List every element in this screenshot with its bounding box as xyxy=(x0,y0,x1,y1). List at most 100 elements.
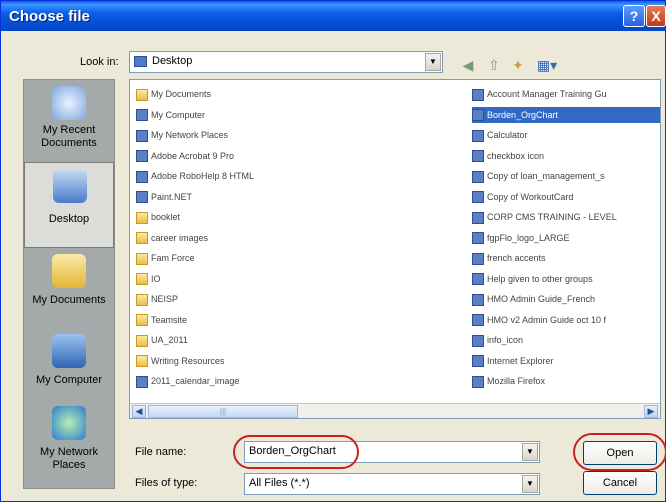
chevron-down-icon[interactable]: ▼ xyxy=(522,443,538,461)
list-item-label: My Computer xyxy=(151,109,206,120)
close-button[interactable]: X xyxy=(646,5,666,27)
list-item-label: NEISP xyxy=(151,294,179,304)
up-folder-icon[interactable]: ⇧ xyxy=(485,56,503,74)
list-item-label: Calculator xyxy=(487,130,528,140)
list-item-label: Teamsite xyxy=(151,314,188,325)
list-item[interactable]: HMO Admin Guide_French xyxy=(472,291,660,307)
document-icon xyxy=(472,355,484,368)
list-item[interactable]: Calculator xyxy=(472,127,660,143)
desktop-icon xyxy=(134,56,147,67)
window-title: Choose file xyxy=(9,8,90,25)
my-documents-icon xyxy=(52,254,86,288)
filename-input[interactable]: Borden_OrgChart ▼ xyxy=(244,441,540,463)
list-item[interactable]: Writing Resources xyxy=(136,353,316,369)
list-item[interactable]: Mozilla Firefox xyxy=(472,373,660,389)
recent-documents-icon xyxy=(52,86,86,120)
folder-icon xyxy=(136,293,148,306)
list-item[interactable]: Copy of loan_management_s xyxy=(472,168,660,184)
help-button[interactable]: ? xyxy=(623,5,645,27)
list-item[interactable]: CORP CMS TRAINING - LEVEL xyxy=(472,209,660,225)
network-icon xyxy=(136,129,148,142)
my-computer-icon xyxy=(52,334,86,368)
place-desktop[interactable]: Desktop xyxy=(24,162,114,248)
list-item[interactable]: Adobe RoboHelp 8 HTML xyxy=(136,168,316,184)
list-item[interactable]: IO xyxy=(136,271,316,287)
document-icon xyxy=(472,293,484,306)
list-item-label: Help given to other groups xyxy=(487,273,593,284)
list-item[interactable]: NEISP xyxy=(136,291,316,307)
list-item[interactable]: Help given to other groups xyxy=(472,271,660,287)
list-item-label: fgpFlo_logo_LARGE xyxy=(487,232,570,243)
desktop-icon xyxy=(53,169,87,203)
list-item-label: Mozilla Firefox xyxy=(487,376,546,386)
document-icon xyxy=(472,375,484,388)
list-item-label: Copy of WorkoutCard xyxy=(487,191,574,202)
new-folder-icon[interactable]: ✦ xyxy=(509,56,527,74)
cancel-button[interactable]: Cancel xyxy=(583,471,657,495)
chevron-down-icon[interactable]: ▼ xyxy=(522,475,538,493)
list-item[interactable]: Internet Explorer xyxy=(472,353,660,369)
list-item[interactable]: Borden_OrgChart xyxy=(472,106,660,123)
list-item[interactable]: info_icon xyxy=(472,332,660,348)
folder-icon xyxy=(136,314,148,327)
document-icon xyxy=(472,129,484,142)
list-item[interactable]: My Computer xyxy=(136,107,316,123)
shortcut-icon xyxy=(136,191,148,204)
folder-icon xyxy=(136,88,148,101)
place-my-network-places[interactable]: My Network Places xyxy=(24,400,114,486)
list-item[interactable]: 2011_calendar_image xyxy=(136,373,316,389)
list-item-label: Borden_OrgChart xyxy=(487,109,559,120)
filename-value: Borden_OrgChart xyxy=(249,445,336,457)
back-icon[interactable]: ◀ xyxy=(459,56,477,74)
list-item-label: career images xyxy=(151,232,209,243)
document-icon xyxy=(472,334,484,347)
list-item[interactable]: Adobe Acrobat 9 Pro xyxy=(136,148,316,164)
list-item[interactable]: Account Manager Training Gu xyxy=(472,86,660,102)
list-item-label: Adobe RoboHelp 8 HTML xyxy=(151,171,255,181)
folder-icon xyxy=(136,355,148,368)
chevron-down-icon[interactable]: ▼ xyxy=(425,53,441,71)
place-my-recent-documents[interactable]: My Recent Documents xyxy=(24,80,114,166)
document-icon xyxy=(472,150,484,163)
scroll-right-icon[interactable]: ▶ xyxy=(644,405,658,418)
list-item[interactable]: french accents xyxy=(472,250,660,266)
list-item-label: My Documents xyxy=(151,89,212,99)
choose-file-dialog: Choose file ? X Look in: Desktop ▼ ◀ ⇧ ✦… xyxy=(0,0,666,502)
list-item[interactable]: Teamsite xyxy=(136,312,316,328)
scroll-thumb[interactable]: ||| xyxy=(148,405,298,418)
list-item-label: CORP CMS TRAINING - LEVEL xyxy=(487,212,617,222)
list-item[interactable]: UA_2011 xyxy=(136,332,316,348)
places-bar: My Recent Documents Desktop My Documents… xyxy=(23,79,115,489)
look-in-dropdown[interactable]: Desktop ▼ xyxy=(129,51,443,73)
filetype-dropdown[interactable]: All Files (*.*) ▼ xyxy=(244,473,540,495)
scroll-left-icon[interactable]: ◀ xyxy=(132,405,146,418)
place-my-documents[interactable]: My Documents xyxy=(24,248,114,334)
list-item[interactable]: checkbox icon xyxy=(472,148,660,164)
file-list[interactable]: My Documents My Computer My Network Places… xyxy=(129,79,661,419)
document-icon xyxy=(472,252,484,265)
list-item[interactable]: Copy of WorkoutCard xyxy=(472,189,660,205)
views-menu-icon[interactable]: ▦▾ xyxy=(535,56,559,74)
list-item-label: info_icon xyxy=(487,335,524,345)
list-item[interactable]: booklet xyxy=(136,209,316,225)
document-icon xyxy=(472,109,484,122)
document-icon xyxy=(472,211,484,224)
document-icon xyxy=(472,232,484,245)
list-item-label: IO xyxy=(151,273,161,284)
open-button[interactable]: Open xyxy=(583,441,657,465)
list-item[interactable]: fgpFlo_logo_LARGE xyxy=(472,230,660,246)
list-item[interactable]: Fam Force xyxy=(136,250,316,266)
list-item[interactable]: Paint.NET xyxy=(136,189,316,205)
list-item-label: HMO v2 Admin Guide oct 10 f xyxy=(487,314,607,325)
list-item[interactable]: career images xyxy=(136,230,316,246)
horizontal-scrollbar[interactable]: ◀ ||| ▶ xyxy=(130,403,660,418)
list-item-label: checkbox icon xyxy=(487,150,545,161)
folder-icon xyxy=(136,252,148,265)
list-item[interactable]: My Network Places xyxy=(136,127,316,143)
filetype-label: Files of type: xyxy=(135,477,198,489)
look-in-label: Look in: xyxy=(80,56,119,68)
list-item-label: Writing Resources xyxy=(151,355,225,366)
list-item[interactable]: HMO v2 Admin Guide oct 10 f xyxy=(472,312,660,328)
list-item[interactable]: My Documents xyxy=(136,86,316,102)
folder-icon xyxy=(136,273,148,286)
